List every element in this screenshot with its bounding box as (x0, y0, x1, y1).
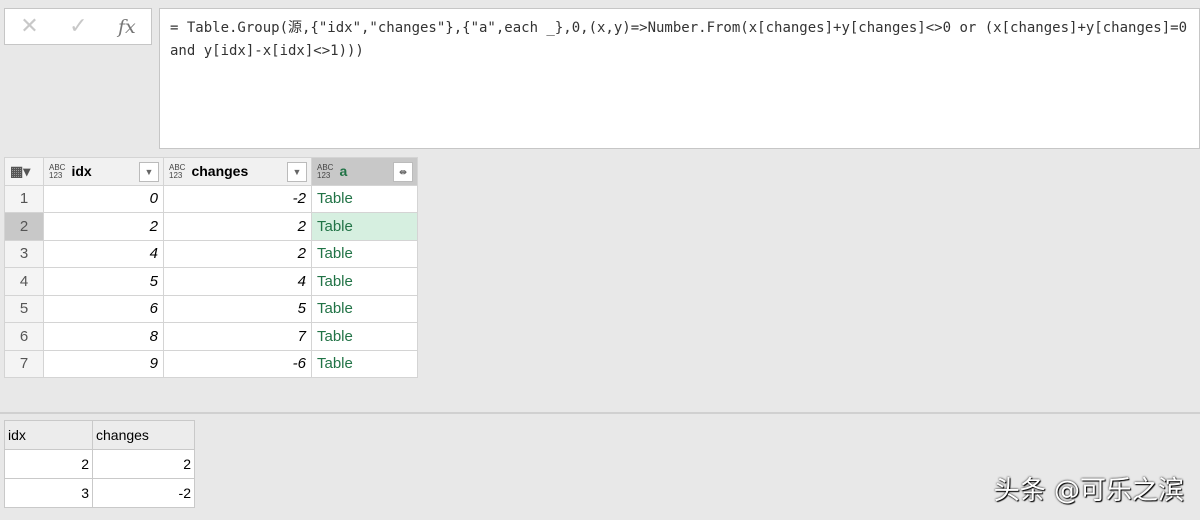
table-row[interactable]: 6 8 7 Table (4, 322, 418, 351)
row-number[interactable]: 7 (4, 349, 44, 378)
table-row[interactable]: 2 2 2 Table (4, 212, 418, 241)
table-menu-icon[interactable]: ▦▾ (4, 157, 44, 186)
table-row[interactable]: 3 4 2 Table (4, 239, 418, 268)
table-cell[interactable]: 8 (43, 322, 164, 351)
column-header-a[interactable]: ABC 123 a ⇹ (311, 157, 418, 186)
result-header: idx (4, 420, 93, 450)
table-row[interactable]: 1 0 -2 Table (4, 184, 418, 213)
expand-column-icon[interactable]: ⇹ (393, 162, 413, 182)
result-cell: 2 (92, 449, 195, 479)
table-cell[interactable]: Table (311, 349, 418, 378)
row-number[interactable]: 4 (4, 267, 44, 296)
table-cell[interactable]: Table (311, 239, 418, 268)
any-type-icon[interactable]: ABC 123 (49, 163, 65, 180)
row-number[interactable]: 1 (4, 184, 44, 213)
row-number[interactable]: 2 (4, 212, 44, 241)
fx-icon[interactable]: fx (118, 16, 136, 38)
column-label: idx (71, 162, 92, 179)
formula-input[interactable]: = Table.Group(源,{"idx","changes"},{"a",e… (159, 8, 1200, 149)
table-cell[interactable]: Table (311, 294, 418, 323)
table-cell[interactable]: Table (311, 212, 418, 241)
table-row[interactable]: 7 9 -6 Table (4, 349, 418, 378)
table-cell[interactable]: 5 (43, 267, 164, 296)
row-number[interactable]: 3 (4, 239, 44, 268)
table-cell[interactable]: 4 (43, 239, 164, 268)
table-cell[interactable]: Table (311, 322, 418, 351)
formula-buttons: ✕ ✓ fx (4, 8, 152, 45)
filter-dropdown-icon[interactable]: ▼ (139, 162, 159, 182)
any-type-icon[interactable]: ABC 123 (169, 163, 185, 180)
column-label: a (339, 162, 348, 179)
watermark: 头条 @可乐之滨 (993, 476, 1184, 506)
column-header-idx[interactable]: ABC 123 idx ▼ (43, 157, 164, 186)
column-header-changes[interactable]: ABC 123 changes ▼ (163, 157, 312, 186)
result-cell: 2 (4, 449, 93, 479)
table-row[interactable]: 5 6 5 Table (4, 294, 418, 323)
table-cell[interactable]: Table (311, 184, 418, 213)
table-cell[interactable]: 6 (43, 294, 164, 323)
any-type-icon[interactable]: ABC 123 (317, 163, 333, 180)
row-number[interactable]: 6 (4, 322, 44, 351)
table-cell[interactable]: 2 (163, 212, 312, 241)
divider (0, 412, 1200, 414)
table-cell[interactable]: 2 (43, 212, 164, 241)
table-cell[interactable]: 2 (163, 239, 312, 268)
table-cell[interactable]: 9 (43, 349, 164, 378)
result-table: idx changes 22 3 -2 (4, 420, 195, 508)
table-cell[interactable]: -6 (163, 349, 312, 378)
result-cell: -2 (92, 478, 195, 508)
table-cell[interactable]: 7 (163, 322, 312, 351)
table-row[interactable]: 4 5 4 Table (4, 267, 418, 296)
query-grid: ▦▾ ABC 123 idx ▼ ABC 123 changes ▼ ABC 123 a ⇹ 10… (4, 157, 418, 378)
table-cell[interactable]: -2 (163, 184, 312, 213)
table-cell[interactable]: 0 (43, 184, 164, 213)
table-cell[interactable]: 4 (163, 267, 312, 296)
table-cell[interactable]: 5 (163, 294, 312, 323)
column-label: changes (191, 162, 249, 179)
confirm-icon[interactable]: ✓ (69, 14, 87, 39)
table-cell[interactable]: Table (311, 267, 418, 296)
result-cell: 3 (4, 478, 93, 508)
cancel-icon[interactable]: ✕ (20, 14, 38, 39)
result-header: changes (92, 420, 195, 450)
row-number[interactable]: 5 (4, 294, 44, 323)
filter-dropdown-icon[interactable]: ▼ (287, 162, 307, 182)
